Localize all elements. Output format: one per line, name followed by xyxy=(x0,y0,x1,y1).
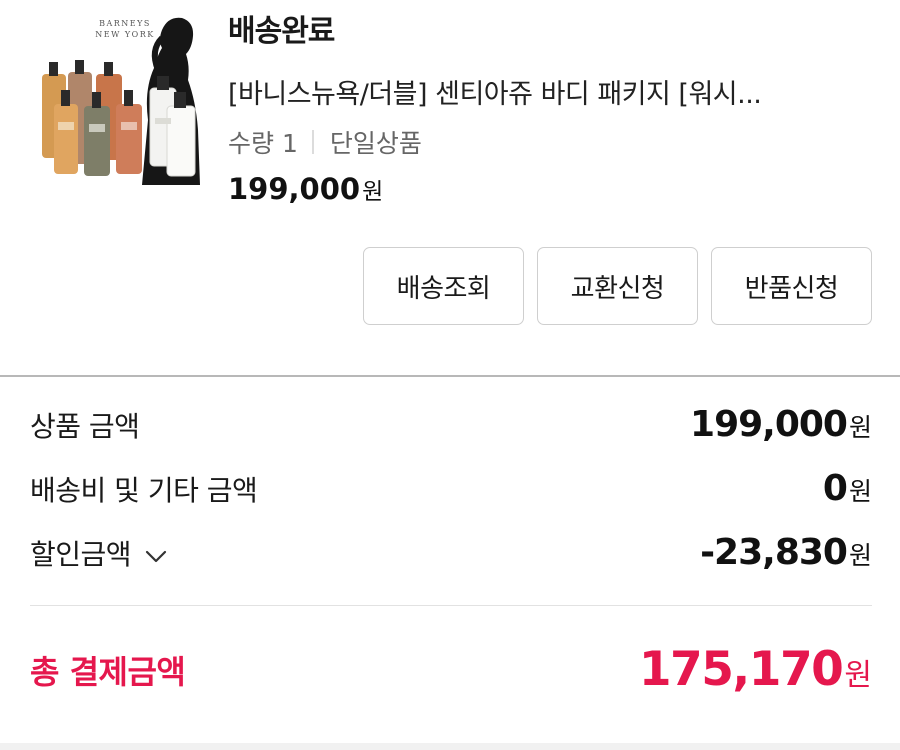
total-amount-label: 총 결제금액 xyxy=(30,652,186,691)
exchange-request-button[interactable]: 교환신청 xyxy=(537,247,698,325)
discount-amount-unit: 원 xyxy=(848,541,872,570)
bottom-divider xyxy=(0,743,900,750)
shipping-amount-label: 배송비 및 기타 금액 xyxy=(30,473,258,507)
product-amount-number: 199,000 xyxy=(690,404,848,445)
product-amount-value: 199,000 원 xyxy=(690,404,872,445)
product-amount-label: 상품 금액 xyxy=(30,409,140,443)
shipping-amount-unit: 원 xyxy=(848,477,872,506)
section-divider xyxy=(0,375,900,377)
discount-amount-label: 할인금액 xyxy=(30,537,132,571)
order-detail-page: BARNEYS NEW YORK 배송완료 [바니스뉴욕/더블] 센티아쥬 바디… xyxy=(0,0,900,750)
option-text: 단일상품 xyxy=(329,129,422,158)
quantity-text: 수량 1 xyxy=(228,129,298,158)
discount-amount-toggle[interactable]: 할인금액 xyxy=(30,533,167,573)
total-amount-value: 175,170 원 xyxy=(639,642,872,697)
order-actions: 배송조회 교환신청 반품신청 xyxy=(363,247,872,325)
return-request-button[interactable]: 반품신청 xyxy=(711,247,872,325)
order-item-card: BARNEYS NEW YORK 배송완료 [바니스뉴욕/더블] 센티아쥬 바디… xyxy=(0,0,900,345)
shipping-amount-value: 0 원 xyxy=(823,468,872,509)
product-name[interactable]: [바니스뉴욕/더블] 센티아쥬 바디 패키지 [워시... xyxy=(228,72,868,111)
total-amount-unit: 원 xyxy=(844,658,872,693)
product-thumbnail[interactable]: BARNEYS NEW YORK xyxy=(30,10,205,185)
meta-separator xyxy=(311,130,314,154)
discount-amount-value: -23,830 원 xyxy=(700,532,872,573)
total-amount-number: 175,170 xyxy=(638,642,844,697)
total-amount-row: 총 결제금액 175,170 원 xyxy=(30,642,872,697)
product-amount-row: 상품 금액 199,000 원 xyxy=(30,404,872,445)
product-price-unit: 원 xyxy=(362,179,384,205)
track-delivery-button[interactable]: 배송조회 xyxy=(363,247,524,325)
summary-divider xyxy=(30,605,872,606)
shipping-amount-number: 0 xyxy=(822,468,848,509)
shipping-amount-row: 배송비 및 기타 금액 0 원 xyxy=(30,468,872,509)
discount-amount-number: -23,830 xyxy=(700,532,848,573)
product-amount-unit: 원 xyxy=(848,413,872,442)
brand-logo: BARNEYS NEW YORK xyxy=(95,19,155,39)
delivery-status: 배송완료 xyxy=(228,14,335,49)
product-price: 199,000 원 xyxy=(228,172,383,206)
chevron-down-icon[interactable] xyxy=(145,538,167,571)
product-price-value: 199,000 xyxy=(228,172,361,206)
discount-amount-row[interactable]: 할인금액 -23,830 원 xyxy=(30,532,872,573)
product-options: 수량 1 단일상품 xyxy=(228,124,422,160)
